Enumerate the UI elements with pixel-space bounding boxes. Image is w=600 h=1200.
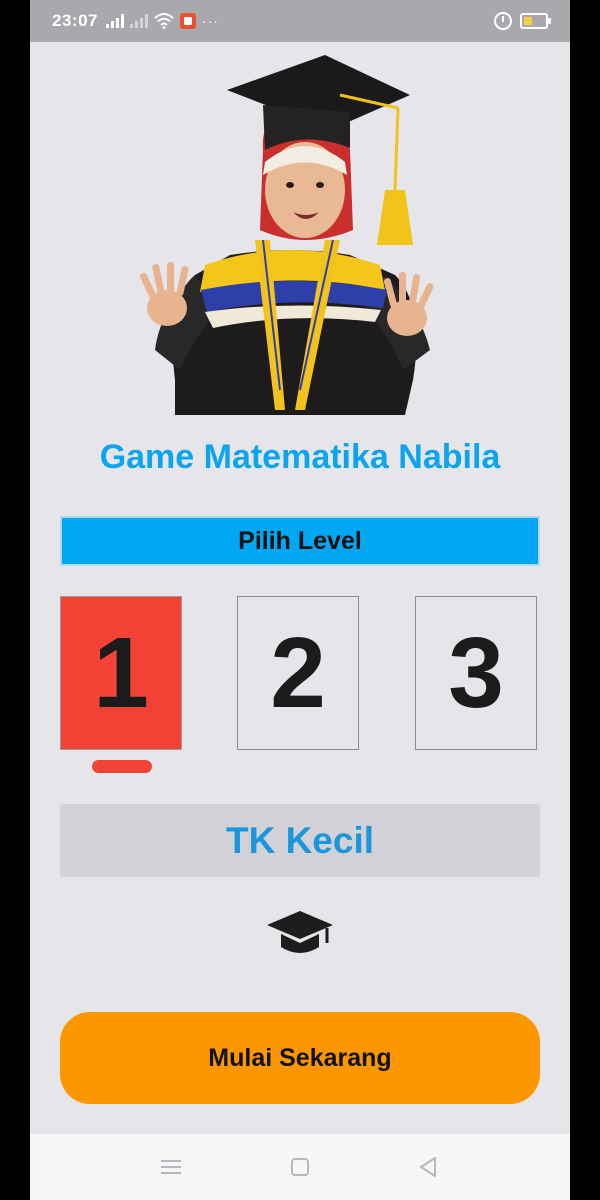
- status-right: [494, 0, 551, 42]
- app-screen: 23:07 ··· Game Matematika Nabila Pilih L…: [30, 0, 570, 1200]
- signal-disabled-icon: [129, 14, 148, 28]
- home-icon[interactable]: [287, 1154, 313, 1180]
- battery-icon: [520, 13, 551, 29]
- selected-level-name: TK Kecil: [60, 804, 540, 877]
- level-2-card[interactable]: 2: [237, 596, 359, 750]
- start-button[interactable]: Mulai Sekarang: [60, 1012, 540, 1104]
- selected-level-indicator: [92, 760, 152, 773]
- alarm-icon: [494, 12, 512, 30]
- notification-app-icon: [179, 13, 196, 29]
- signal-icon: [105, 14, 124, 28]
- level-3-card[interactable]: 3: [415, 596, 537, 750]
- status-icons: ···: [105, 13, 219, 29]
- wifi-icon: [154, 13, 174, 29]
- level-1-card[interactable]: 1: [60, 596, 182, 750]
- menu-icon[interactable]: [158, 1154, 184, 1180]
- more-notifications-icon: ···: [201, 13, 219, 29]
- hero-photo: [139, 55, 434, 415]
- navigation-bar: [30, 1134, 570, 1200]
- app-title: Game Matematika Nabila: [99, 438, 501, 476]
- status-time: 23:07: [52, 11, 98, 30]
- back-icon[interactable]: [415, 1154, 441, 1180]
- level-select-header: Pilih Level: [60, 516, 540, 566]
- status-bar: 23:07 ···: [30, 0, 570, 42]
- graduation-cap-icon: [267, 911, 333, 953]
